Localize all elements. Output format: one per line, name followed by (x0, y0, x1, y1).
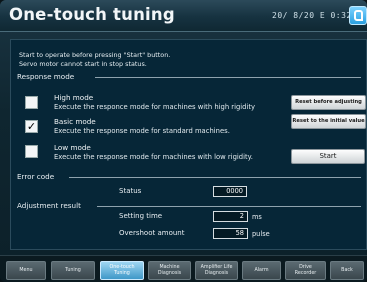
check-mark-icon: ✓ (26, 120, 37, 133)
adjustment-result-label: Adjustment result (17, 201, 81, 210)
section-divider (95, 77, 361, 78)
error-code-label: Error code (17, 172, 55, 181)
basic-mode-checkbox[interactable]: ✓ (25, 120, 38, 133)
nav-back[interactable]: Back (330, 261, 364, 280)
status-value: 0000 (213, 186, 247, 197)
status-label: Status (119, 187, 142, 195)
overshoot-value: 58 (213, 228, 248, 239)
settling-time-value: 2 (213, 211, 248, 222)
instruction-line-1: Start to operate before pressing "Start"… (19, 51, 171, 59)
nav-one-touch-tuning[interactable]: One-touch Tuning (100, 261, 144, 280)
settling-time-label: Setting time (119, 212, 163, 220)
basic-mode-label: Basic mode (54, 117, 96, 126)
low-mode-label: Low mode (54, 143, 91, 152)
response-mode-label: Response mode (17, 72, 75, 81)
reset-to-initial-value-button[interactable]: Reset to the initial value (291, 114, 366, 129)
nav-drive-recorder[interactable]: Drive Recorder (285, 261, 326, 280)
screen: One-touch tuning 20/ 8/20 E 0:32 Start t… (0, 0, 367, 282)
overshoot-unit: pulse (252, 230, 270, 238)
nav-machine-diagnosis[interactable]: Machine Diagnosis (148, 261, 191, 280)
high-mode-checkbox[interactable] (25, 96, 38, 109)
reset-before-adjusting-button[interactable]: Reset before adjusting (291, 95, 366, 110)
low-mode-checkbox[interactable] (25, 145, 38, 158)
header-bar: One-touch tuning 20/ 8/20 E 0:32 (0, 0, 367, 32)
low-mode-description: Execute the response mode for machines w… (54, 153, 253, 161)
instruction-line-2: Servo motor cannot start in stop status. (19, 60, 147, 68)
section-divider (97, 206, 361, 207)
settling-time-unit: ms (252, 213, 262, 221)
nav-menu[interactable]: Menu (6, 261, 46, 280)
nav-tuning[interactable]: Tuning (51, 261, 95, 280)
basic-mode-description: Execute the response mode for standard m… (54, 127, 230, 135)
footer-nav: Menu Tuning One-touch Tuning Machine Dia… (0, 255, 367, 282)
high-mode-description: Execute the responce mode for machines w… (54, 103, 256, 111)
section-divider (69, 177, 361, 178)
page-title: One-touch tuning (9, 5, 175, 24)
start-button[interactable]: Start (291, 149, 365, 164)
help-icon (354, 10, 363, 21)
content-panel: Start to operate before pressing "Start"… (10, 39, 367, 250)
date-time: 20/ 8/20 E 0:32 (272, 11, 352, 20)
help-button[interactable] (349, 6, 367, 25)
high-mode-label: High mode (54, 93, 94, 102)
nav-amplifier-life-diagnosis[interactable]: Amplifier Life Diagnosis (195, 261, 238, 280)
nav-alarm[interactable]: Alarm (242, 261, 281, 280)
overshoot-label: Overshoot amount (119, 229, 185, 237)
